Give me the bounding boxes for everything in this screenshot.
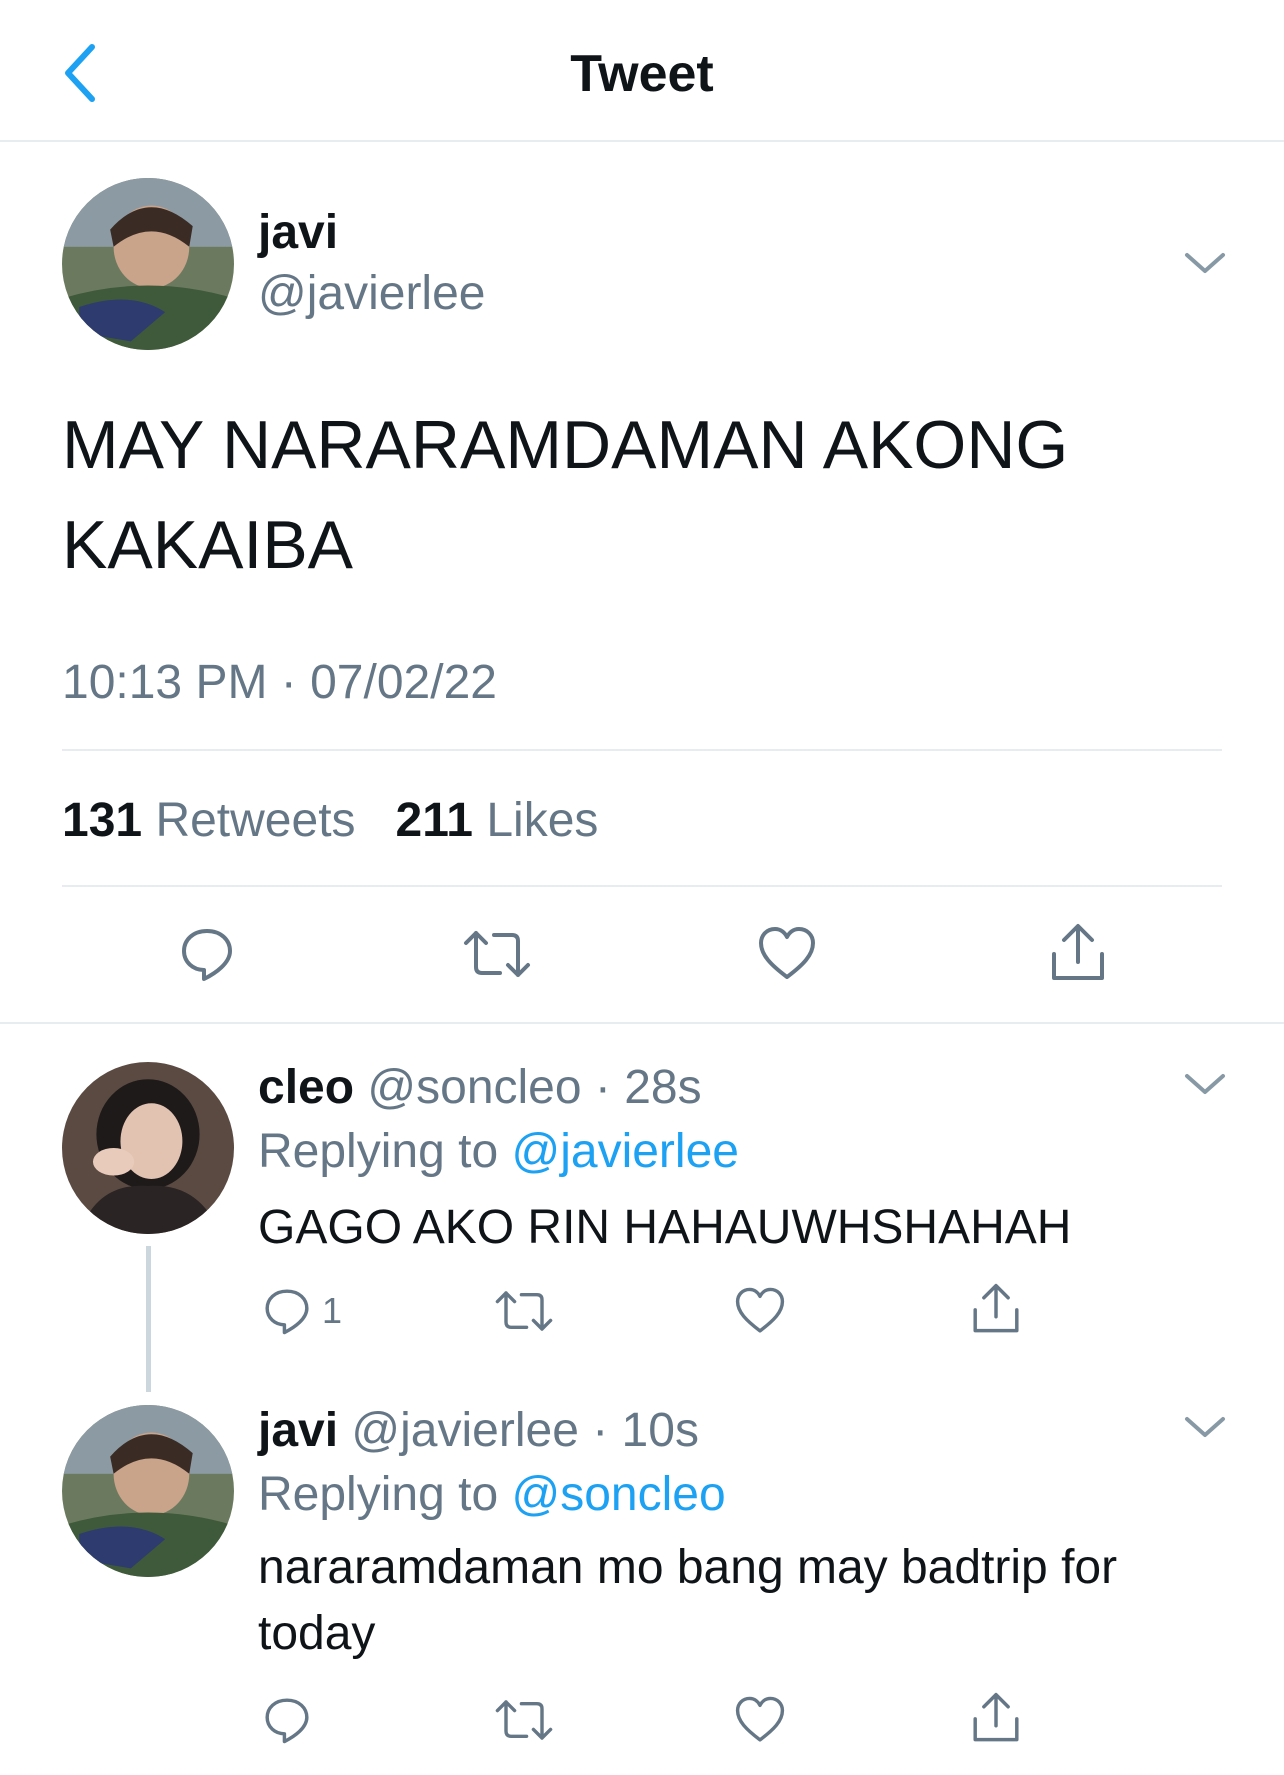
tweet-stats: 131 Retweets 211 Likes xyxy=(62,793,598,848)
avatar-cleo[interactable] xyxy=(62,1062,234,1234)
reply-time[interactable]: 28s xyxy=(624,1061,701,1114)
like-button[interactable] xyxy=(734,1286,786,1336)
reply-header: cleo @soncleo · 28s xyxy=(258,1060,702,1115)
retweet-button[interactable] xyxy=(462,925,532,983)
avatar-image xyxy=(62,1405,234,1577)
chevron-down-icon[interactable] xyxy=(1183,249,1227,277)
retweet-icon xyxy=(495,1291,553,1331)
divider xyxy=(62,885,1222,887)
reply-button[interactable] xyxy=(178,925,236,983)
tweet-text-line-2: KAKAIBA xyxy=(62,507,354,583)
share-button[interactable] xyxy=(970,1282,1022,1336)
retweets-stat[interactable]: 131 Retweets xyxy=(62,794,356,847)
like-button[interactable] xyxy=(734,1695,786,1745)
reply-text: nararamdaman mo bang may badtrip for tod… xyxy=(258,1541,1118,1660)
avatar-javi[interactable] xyxy=(62,178,234,350)
reply-time[interactable]: 10s xyxy=(622,1404,699,1457)
share-icon xyxy=(1052,924,1104,980)
retweet-button[interactable] xyxy=(494,1695,554,1745)
top-bar: Tweet xyxy=(0,0,1284,142)
section-separator xyxy=(0,1022,1284,1024)
like-icon xyxy=(759,927,815,979)
chevron-down-icon[interactable] xyxy=(1183,1413,1227,1441)
likes-count: 211 xyxy=(395,794,473,847)
reply-text: GAGO AKO RIN HAHAUWHSHAHAH xyxy=(258,1201,1072,1254)
like-button[interactable] xyxy=(757,925,817,983)
reply-button[interactable]: 1 xyxy=(262,1286,342,1336)
tweet-text-line-1: MAY NARARAMDAMAN AKONG xyxy=(62,407,1069,483)
reply-header: javi @javierlee · 10s xyxy=(258,1403,699,1458)
likes-stat[interactable]: 211 Likes xyxy=(396,794,599,847)
reply-button[interactable] xyxy=(262,1695,312,1745)
page-title: Tweet xyxy=(570,45,714,103)
replying-to: Replying to @javierlee xyxy=(258,1124,739,1179)
tweet-timestamp[interactable]: 10:13 PM · 07/02/22 xyxy=(62,655,497,710)
reply-icon xyxy=(265,1698,309,1744)
dot-separator: · xyxy=(578,1404,622,1457)
dot-separator: · xyxy=(581,1061,625,1114)
author-name[interactable]: javi xyxy=(258,205,338,260)
thread-connector xyxy=(146,1246,151,1392)
divider xyxy=(62,749,1222,751)
reply-author-name[interactable]: javi xyxy=(258,1404,338,1457)
share-button[interactable] xyxy=(970,1691,1022,1745)
retweet-icon xyxy=(495,1700,553,1740)
reply-author-handle[interactable]: @javierlee xyxy=(351,1404,578,1457)
reply-icon xyxy=(265,1289,309,1335)
mention-link[interactable]: @soncleo xyxy=(511,1468,725,1521)
share-icon xyxy=(973,1283,1019,1333)
replying-label: Replying to xyxy=(258,1125,499,1178)
chevron-down-icon[interactable] xyxy=(1183,1070,1227,1098)
author-handle[interactable]: @javierlee xyxy=(258,266,485,321)
reply-icon xyxy=(182,929,232,981)
mention-link[interactable]: @javierlee xyxy=(511,1125,738,1178)
like-icon xyxy=(735,1287,785,1333)
likes-label: Likes xyxy=(486,794,599,847)
retweets-label: Retweets xyxy=(155,794,356,847)
avatar-javi[interactable] xyxy=(62,1405,234,1577)
avatar-image xyxy=(62,178,234,350)
reply-author-handle[interactable]: @soncleo xyxy=(367,1061,581,1114)
retweet-button[interactable] xyxy=(494,1286,554,1336)
replying-label: Replying to xyxy=(258,1468,499,1521)
share-icon xyxy=(973,1692,1019,1742)
replying-to: Replying to @soncleo xyxy=(258,1467,726,1522)
reply-author-name[interactable]: cleo xyxy=(258,1061,354,1114)
retweet-icon xyxy=(464,931,530,977)
share-button[interactable] xyxy=(1048,922,1108,984)
avatar-image xyxy=(62,1062,234,1234)
like-icon xyxy=(735,1696,785,1742)
reply-count: 1 xyxy=(322,1290,343,1331)
retweets-count: 131 xyxy=(62,794,143,847)
tweet-text: MAY NARARAMDAMAN AKONG KAKAIBA xyxy=(62,395,1202,595)
